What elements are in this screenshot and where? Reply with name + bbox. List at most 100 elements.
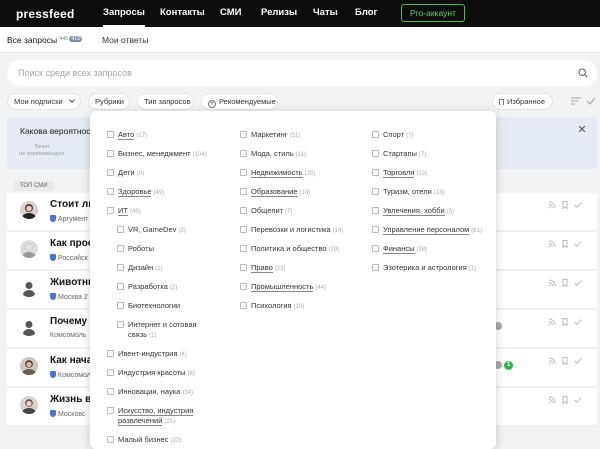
request-title[interactable]: Как нача bbox=[50, 355, 92, 366]
rubric-checkbox[interactable] bbox=[240, 207, 247, 214]
rubric-checkbox[interactable] bbox=[117, 226, 124, 233]
rubric-checkbox[interactable] bbox=[240, 226, 247, 233]
rubric-option[interactable]: Финансы (38) bbox=[372, 244, 484, 255]
rubric-checkbox[interactable] bbox=[107, 169, 114, 176]
rss-icon[interactable] bbox=[548, 240, 556, 248]
rubric-option[interactable]: Дети (9) bbox=[107, 168, 225, 179]
tab-my-answers[interactable]: Мои ответы bbox=[102, 35, 148, 45]
nav-releases[interactable]: Релизы bbox=[261, 7, 297, 27]
search-icon[interactable] bbox=[578, 68, 588, 78]
rubric-checkbox[interactable] bbox=[240, 264, 247, 271]
rubric-checkbox[interactable] bbox=[107, 369, 114, 376]
rubric-option[interactable]: Индустрия красоты (8) bbox=[107, 368, 225, 379]
rubric-checkbox[interactable] bbox=[107, 388, 114, 395]
rubric-checkbox[interactable] bbox=[372, 131, 379, 138]
rubric-option[interactable]: Общепит (7) bbox=[240, 206, 360, 217]
rubric-option[interactable]: Эзотерика и астрология (1) bbox=[372, 263, 484, 274]
check-icon[interactable] bbox=[574, 357, 582, 365]
rubric-option[interactable]: Ивент-индустрия (4) bbox=[107, 349, 225, 360]
rubric-option[interactable]: Инновации, наука (34) bbox=[107, 387, 225, 398]
rubric-checkbox[interactable] bbox=[240, 131, 247, 138]
rubric-checkbox[interactable] bbox=[372, 264, 379, 271]
rss-icon[interactable] bbox=[548, 201, 556, 209]
request-type-filter[interactable]: Тип запросов bbox=[137, 93, 194, 110]
rubric-checkbox[interactable] bbox=[372, 226, 379, 233]
check-icon[interactable] bbox=[574, 201, 582, 209]
favorites-filter[interactable]: Избранное bbox=[492, 93, 553, 110]
nav-blog[interactable]: Блог bbox=[355, 7, 378, 27]
rubric-checkbox[interactable] bbox=[240, 245, 247, 252]
request-title[interactable]: Как прос bbox=[50, 238, 93, 249]
rubric-checkbox[interactable] bbox=[372, 169, 379, 176]
rubric-option[interactable]: Торговля (13) bbox=[372, 168, 484, 179]
rubric-checkbox[interactable] bbox=[117, 245, 124, 252]
rubric-option[interactable]: Интернет и сотовая связь (1) bbox=[107, 320, 225, 341]
rubric-checkbox[interactable] bbox=[117, 321, 124, 328]
rubric-option[interactable]: Образование (14) bbox=[240, 187, 360, 198]
rubric-checkbox[interactable] bbox=[372, 188, 379, 195]
rubric-option[interactable]: Промышленность (44) bbox=[240, 282, 360, 293]
rubric-option[interactable]: Искусство, индустрия развлечений (25) bbox=[107, 406, 225, 427]
rubric-option[interactable]: Спорт (7) bbox=[372, 130, 484, 141]
rubric-option[interactable]: Недвижимость (25) bbox=[240, 168, 360, 179]
rss-icon[interactable] bbox=[548, 279, 556, 287]
rubric-option[interactable]: Маркетинг (51) bbox=[240, 130, 360, 141]
rubric-option[interactable]: Политика и общество (29) bbox=[240, 244, 360, 255]
rubric-option[interactable]: Дизайн (1) bbox=[107, 263, 225, 274]
nav-chats[interactable]: Чаты bbox=[313, 7, 338, 27]
rubric-option[interactable]: Увлечения, хобби (5) bbox=[372, 206, 484, 217]
rubric-option[interactable]: ИТ (45) bbox=[107, 206, 225, 217]
recommended-filter[interactable]: + Рекомендуемые bbox=[201, 93, 278, 110]
rubric-checkbox[interactable] bbox=[372, 207, 379, 214]
rubric-checkbox[interactable] bbox=[240, 188, 247, 195]
rubric-option[interactable]: Авто (17) bbox=[107, 130, 225, 141]
rubric-checkbox[interactable] bbox=[372, 245, 379, 252]
bookmark-icon[interactable] bbox=[561, 357, 569, 365]
rubric-option[interactable]: VR, GameDev (2) bbox=[107, 225, 225, 236]
request-title[interactable]: Стоит ли bbox=[50, 199, 94, 210]
bookmark-icon[interactable] bbox=[561, 318, 569, 326]
rubric-option[interactable]: Мода, стиль (11) bbox=[240, 149, 360, 160]
nav-requests[interactable]: Запросы bbox=[103, 7, 145, 27]
rubric-option[interactable]: Биотехнологии bbox=[107, 301, 225, 312]
bookmark-icon[interactable] bbox=[561, 240, 569, 248]
check-icon[interactable] bbox=[574, 396, 582, 404]
check-icon[interactable] bbox=[574, 318, 582, 326]
rubric-checkbox[interactable] bbox=[240, 283, 247, 290]
sort-icon[interactable] bbox=[571, 96, 581, 106]
bookmark-icon[interactable] bbox=[561, 201, 569, 209]
rubric-checkbox[interactable] bbox=[107, 350, 114, 357]
rubric-checkbox[interactable] bbox=[117, 302, 124, 309]
rubric-option[interactable]: Роботы bbox=[107, 244, 225, 255]
rubric-option[interactable]: Разработка (2) bbox=[107, 282, 225, 293]
rubric-option[interactable]: Малый бизнес (22) bbox=[107, 435, 225, 446]
rss-icon[interactable] bbox=[548, 318, 556, 326]
check-icon[interactable] bbox=[574, 279, 582, 287]
request-title[interactable]: Жизнь в bbox=[50, 394, 91, 405]
rubric-option[interactable]: Психология (19) bbox=[240, 301, 360, 312]
rubric-checkbox[interactable] bbox=[107, 150, 114, 157]
nav-media[interactable]: СМИ bbox=[220, 7, 241, 27]
rss-icon[interactable] bbox=[548, 357, 556, 365]
rubric-option[interactable]: Стартапы (7) bbox=[372, 149, 484, 160]
close-icon[interactable]: ✕ bbox=[575, 123, 589, 137]
rubric-checkbox[interactable] bbox=[107, 207, 114, 214]
rubric-option[interactable]: Здоровье (49) bbox=[107, 187, 225, 198]
rubric-checkbox[interactable] bbox=[107, 407, 114, 414]
pro-account-button[interactable]: Pro-аккаунт bbox=[401, 4, 465, 22]
rubric-checkbox[interactable] bbox=[240, 169, 247, 176]
rubric-checkbox[interactable] bbox=[240, 302, 247, 309]
check-icon[interactable] bbox=[574, 240, 582, 248]
logo[interactable]: pressfeed bbox=[16, 7, 75, 21]
rubric-option[interactable]: Управление персоналом (61) bbox=[372, 225, 484, 236]
rubric-checkbox[interactable] bbox=[117, 283, 124, 290]
nav-contacts[interactable]: Контакты bbox=[160, 7, 205, 27]
rubric-checkbox[interactable] bbox=[107, 131, 114, 138]
my-subscriptions-filter[interactable]: Мои подписки bbox=[7, 93, 81, 110]
bookmark-icon[interactable] bbox=[561, 279, 569, 287]
rubric-checkbox[interactable] bbox=[117, 264, 124, 271]
rubrics-filter[interactable]: Рубрики bbox=[88, 93, 130, 110]
rubric-option[interactable]: Право (23) bbox=[240, 263, 360, 274]
rubric-option[interactable]: Туризм, отели (13) bbox=[372, 187, 484, 198]
tab-all-requests[interactable]: Все запросы 446 410 bbox=[7, 35, 83, 45]
